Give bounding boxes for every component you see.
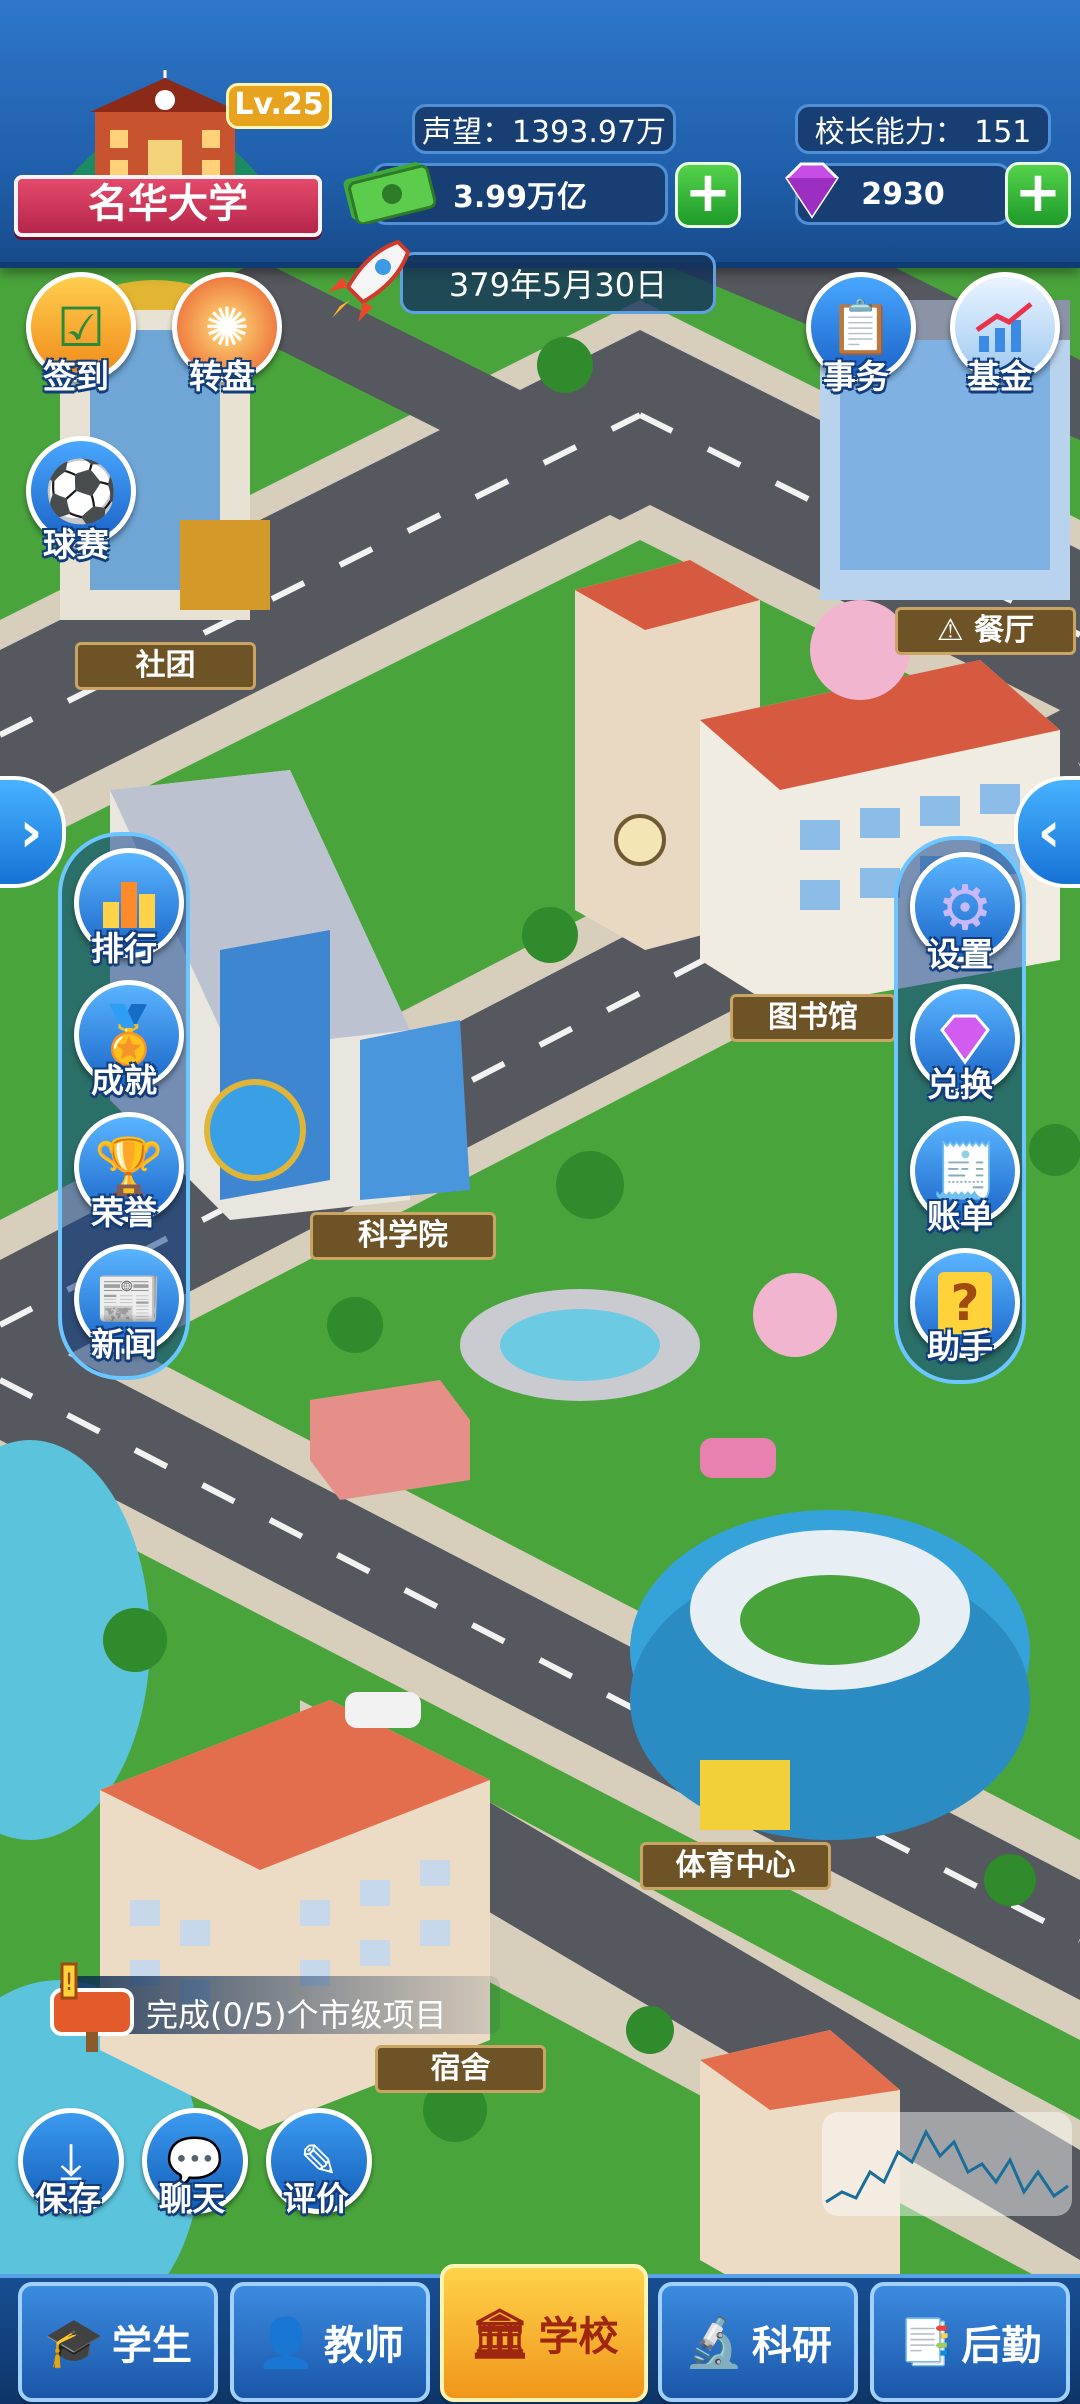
money-value: 3.99万亿 [452, 180, 588, 215]
game-date-display: 379年5月30日 [400, 252, 716, 314]
soccer-ball-icon: ⚽ [43, 456, 119, 527]
fund-label: 基金 [967, 357, 1033, 396]
school-name-banner[interactable]: 名华大学 [14, 175, 322, 237]
school-level-badge: Lv.25 [226, 83, 332, 129]
rocket-icon[interactable] [318, 232, 418, 332]
assistant-label: 助手 [927, 1327, 993, 1366]
achievement-label: 成就 [91, 1061, 157, 1100]
ranking-label: 排行 [91, 929, 157, 968]
sports-center-sign[interactable]: 体育中心 [640, 1842, 831, 1890]
restaurant-sign[interactable]: ⚠ 餐厅 [895, 607, 1076, 655]
reputation-display: 声望：1393.97万 [412, 104, 676, 154]
settings-label: 设置 [927, 935, 993, 974]
gem-icon [775, 158, 849, 222]
warning-icon: ⚠ [936, 613, 964, 648]
school-columns-icon: 🏛 [469, 2305, 531, 2362]
logistics-icon: 📑 [898, 2317, 954, 2368]
chevron-left-icon: ‹ [1037, 799, 1061, 865]
task-text: 完成(0/5)个市级项目 [146, 1996, 447, 2034]
club-sign[interactable]: 社团 [75, 642, 256, 690]
exchange-label: 兑换 [927, 1065, 993, 1104]
top-status-bar: Lv.25 名华大学 声望：1393.97万 校长能力： 151 3.99万亿 … [0, 0, 1080, 268]
nav-teachers[interactable]: 👤 教师 [230, 2282, 430, 2402]
chart-up-icon [975, 302, 1033, 352]
microscope-icon: 🔬 [684, 2314, 744, 2371]
library-sign[interactable]: 图书馆 [730, 994, 896, 1042]
nav-logistics[interactable]: 📑 后勤 [870, 2282, 1070, 2402]
add-gem-button[interactable]: + [1005, 162, 1071, 228]
mailbox-icon[interactable]: ! [42, 1956, 142, 2052]
football-match-label: 球赛 [43, 525, 109, 564]
performance-overlay[interactable] [822, 2112, 1072, 2216]
nav-research[interactable]: 🔬 科研 [658, 2282, 858, 2402]
nav-teachers-label: 教师 [323, 2323, 404, 2369]
affairs-label: 事务 [823, 357, 889, 396]
cash-icon [340, 152, 437, 226]
restaurant-sign-label: 餐厅 [974, 613, 1035, 648]
svg-text:!: ! [64, 1968, 74, 1996]
wheel-label: 转盘 [189, 357, 255, 396]
sparkline-graph [825, 2128, 1069, 2204]
honor-label: 荣誉 [91, 1193, 157, 1232]
chevron-right-icon: › [19, 799, 43, 865]
graduation-cap-icon: 🎓 [44, 2314, 104, 2371]
nav-logistics-label: 后勤 [961, 2323, 1042, 2369]
clipboard-icon: 📋 [828, 297, 894, 358]
science-academy-sign[interactable]: 科学院 [310, 1212, 496, 1260]
chat-label: 聊天 [159, 2179, 225, 2218]
checkin-label: 签到 [43, 357, 109, 396]
bill-label: 账单 [927, 1197, 993, 1236]
principal-ability-display: 校长能力： 151 [795, 104, 1051, 154]
review-label: 评价 [283, 2179, 349, 2218]
add-money-button[interactable]: + [675, 162, 741, 228]
nav-research-label: 科研 [751, 2323, 832, 2369]
nav-school[interactable]: 🏛 学校 [440, 2264, 648, 2402]
nav-students[interactable]: 🎓 学生 [18, 2282, 218, 2402]
gem-value: 2930 [861, 176, 945, 212]
news-label: 新闻 [91, 1325, 157, 1364]
teacher-icon: 👤 [256, 2314, 316, 2371]
nav-school-label: 学校 [538, 2314, 619, 2360]
nav-students-label: 学生 [111, 2323, 192, 2369]
save-label: 保存 [35, 2179, 101, 2218]
dorm-sign[interactable]: 宿舍 [375, 2045, 546, 2093]
